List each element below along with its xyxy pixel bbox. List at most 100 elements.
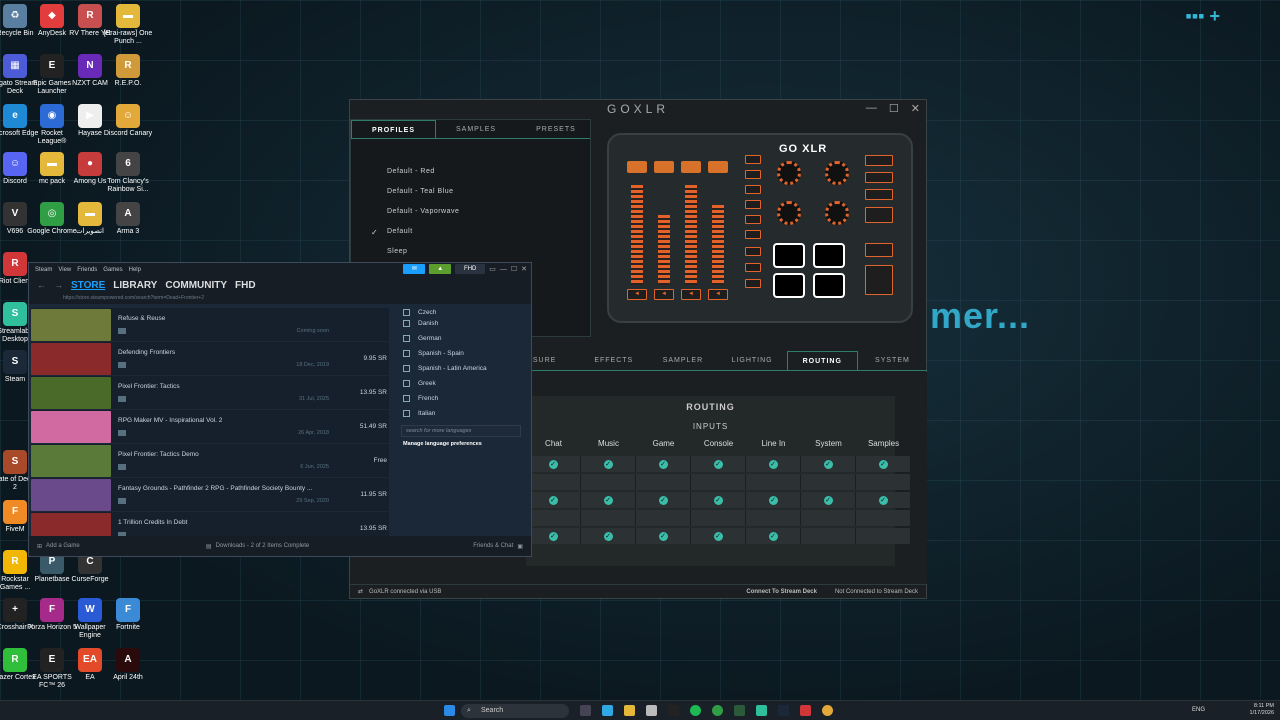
desktop-icon-fortnite[interactable]: F Fortnite [103, 598, 153, 632]
profile-item[interactable]: ✓ Default [371, 228, 459, 248]
steam-taskbar-icon[interactable] [778, 705, 789, 716]
tab-lighting[interactable]: LIGHTING [718, 351, 787, 370]
close-button[interactable]: ✕ [911, 102, 920, 115]
add-game-icon[interactable]: ⊞ [37, 543, 42, 550]
chrome-icon[interactable] [712, 705, 723, 716]
routing-cell[interactable]: ✓ [526, 456, 581, 472]
clock[interactable]: 8:11 PM 1/17/2026 [1250, 703, 1274, 717]
account-menu[interactable]: FHD [455, 264, 486, 274]
start-button[interactable] [444, 705, 455, 716]
routing-cell[interactable] [581, 510, 636, 526]
routing-cell[interactable] [636, 510, 691, 526]
connect-stream-deck-button[interactable]: Connect To Stream Deck [746, 589, 817, 595]
forward-arrow-icon[interactable]: → [54, 280, 63, 290]
gender-knob[interactable] [825, 201, 849, 225]
megaphone-button[interactable] [865, 155, 893, 166]
back-arrow-icon[interactable]: ← [37, 280, 46, 290]
routing-cell[interactable] [801, 510, 856, 526]
steam-maximize-button[interactable]: ☐ [511, 265, 517, 273]
routing-cell[interactable]: ✓ [526, 528, 581, 544]
language-option[interactable]: Danish [397, 316, 525, 331]
menu-view[interactable]: View [58, 267, 71, 273]
effect-preset-1[interactable] [745, 155, 761, 164]
fader-b[interactable] [658, 215, 670, 285]
mute-a-button[interactable]: ◄ [627, 289, 647, 300]
profile-item[interactable]: Default - Red [371, 168, 459, 188]
nav-user[interactable]: FHD [235, 280, 256, 291]
echo-knob[interactable] [777, 201, 801, 225]
routing-cell[interactable]: ✓ [746, 456, 801, 472]
checkbox-icon[interactable] [403, 308, 410, 316]
language-option[interactable]: French [397, 391, 525, 406]
fader-a-button[interactable] [627, 161, 647, 173]
sample-bank-b[interactable] [745, 263, 761, 272]
store-icon[interactable] [646, 705, 657, 716]
sample-pad-4[interactable] [813, 273, 845, 298]
search-result-row[interactable]: Pixel Frontier: Tactics 31 Jul, 2025 13.95… [31, 376, 389, 410]
language-option[interactable]: Spanish - Latin America [397, 361, 525, 376]
checkbox-icon[interactable] [403, 335, 410, 342]
friends-icon[interactable]: ▣ [517, 543, 523, 550]
checkbox-icon[interactable] [403, 410, 410, 417]
sample-pad-3[interactable] [773, 273, 805, 298]
routing-cell[interactable]: ✓ [581, 528, 636, 544]
routing-cell[interactable]: ✓ [691, 528, 746, 544]
pitch-knob[interactable] [825, 161, 849, 185]
nav-store[interactable]: STORE [71, 280, 105, 291]
task-view-icon[interactable] [580, 705, 591, 716]
tab-sampler[interactable]: SAMPLER [648, 351, 717, 370]
routing-cell[interactable] [581, 474, 636, 490]
routing-cell[interactable] [691, 510, 746, 526]
language-option[interactable]: Greek [397, 376, 525, 391]
fader-d-button[interactable] [708, 161, 728, 173]
fader-b-button[interactable] [654, 161, 674, 173]
routing-cell[interactable]: ✓ [856, 456, 911, 472]
manage-languages-link[interactable]: Manage language preferences [397, 441, 525, 447]
robot-button[interactable] [865, 172, 893, 183]
xbox-icon[interactable] [734, 705, 745, 716]
search-result-row[interactable]: Pixel Frontier: Tactics Demo 6 Jun, 2025 F… [31, 444, 389, 478]
taskbar-search[interactable]: ⌕ Search [461, 704, 569, 718]
routing-cell[interactable]: ✓ [746, 528, 801, 544]
routing-cell[interactable] [691, 474, 746, 490]
tab-effects[interactable]: EFFECTS [579, 351, 648, 370]
spotify-icon[interactable] [690, 705, 701, 716]
routing-cell[interactable]: ✓ [856, 492, 911, 508]
routing-cell[interactable] [856, 474, 911, 490]
desktop-icon-discord-canary[interactable]: ☺ Discord Canary [103, 104, 153, 138]
routing-cell[interactable]: ✓ [581, 456, 636, 472]
routing-cell[interactable] [801, 528, 856, 544]
search-result-row[interactable]: RPG Maker MV - Inspirational Vol. 2 26 Ap… [31, 410, 389, 444]
search-result-row[interactable]: Fantasy Grounds - Pathfinder 2 RPG - Pat… [31, 478, 389, 512]
profile-item[interactable]: Default - Teal Blue [371, 188, 459, 208]
search-result-row[interactable]: 1 Trillion Credits In Debt 13.95 SR [31, 512, 389, 536]
routing-cell[interactable] [746, 510, 801, 526]
search-result-row[interactable]: Refuse & Reuse Coming soon [31, 308, 389, 342]
routing-cell[interactable]: ✓ [636, 528, 691, 544]
checkbox-icon[interactable] [403, 320, 410, 327]
effect-preset-3[interactable] [745, 185, 761, 194]
maximize-button[interactable]: ☐ [889, 102, 899, 115]
language-search-input[interactable]: search for more languages [401, 425, 521, 437]
url-bar[interactable]: https://store.steampowered.com/search?te… [29, 293, 531, 304]
routing-cell[interactable]: ✓ [801, 456, 856, 472]
menu-friends[interactable]: Friends [77, 267, 97, 273]
desktop-icon-tom-clancy-s-rainbow-si[interactable]: 6 Tom Clancy's Rainbow Si... [103, 152, 153, 194]
desktop-icon-arma-3[interactable]: A Arma 3 [103, 202, 153, 236]
downloads-icon[interactable]: ▤ [206, 543, 212, 550]
language-indicator[interactable]: ENG [1192, 707, 1205, 713]
cough-button[interactable] [865, 265, 893, 295]
routing-cell[interactable]: ✓ [581, 492, 636, 508]
effect-preset-5[interactable] [745, 215, 761, 224]
notifications-button[interactable]: ▲ [429, 264, 452, 274]
screen-icon[interactable]: ▭ [489, 265, 496, 273]
tab-samples[interactable]: SAMPLES [436, 120, 516, 138]
checkbox-icon[interactable] [403, 395, 410, 402]
friends-chat-button[interactable]: Friends & Chat [473, 543, 513, 549]
desktop-icon-april-24th[interactable]: A April 24th [103, 648, 153, 682]
routing-cell[interactable] [526, 510, 581, 526]
routing-cell[interactable] [856, 528, 911, 544]
routing-cell[interactable]: ✓ [691, 456, 746, 472]
sample-bank-c[interactable] [745, 279, 761, 288]
language-option[interactable]: German [397, 331, 525, 346]
